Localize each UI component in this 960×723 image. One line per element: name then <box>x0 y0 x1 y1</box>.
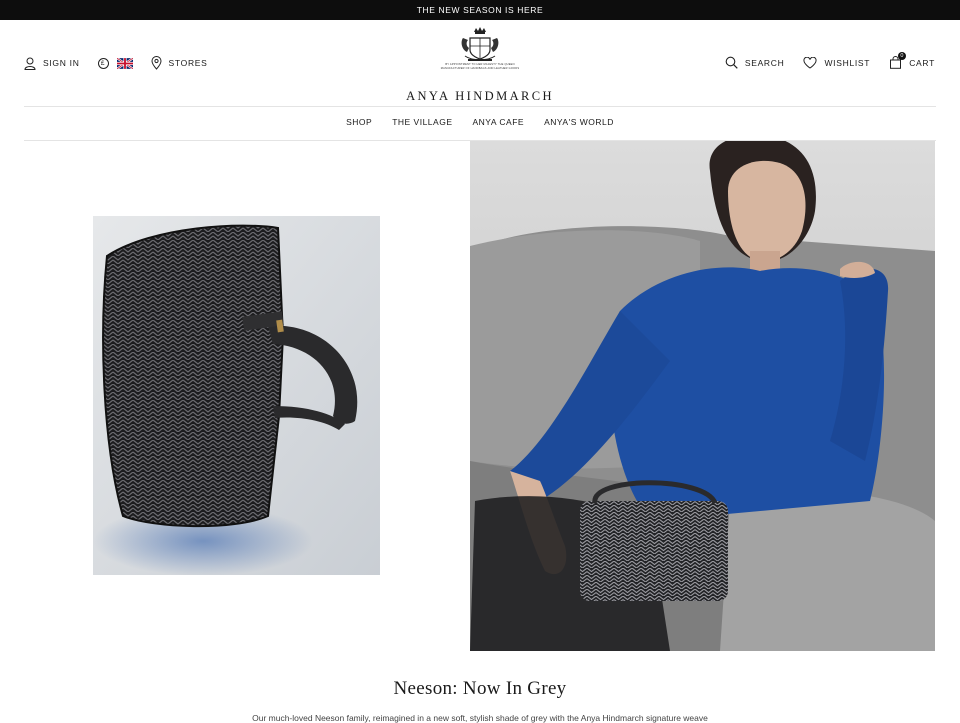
feature-heading: Neeson: Now In Grey <box>393 678 567 699</box>
search-icon <box>725 56 738 69</box>
stores-link[interactable]: STORES <box>151 56 208 70</box>
wishlist-link[interactable]: WISHLIST <box>803 56 871 69</box>
header-divider <box>24 106 936 107</box>
utility-nav-left: SIGN IN £ STORES <box>24 56 226 70</box>
announcement-bar[interactable]: THE NEW SEASON IS HERE <box>0 0 960 20</box>
uk-flag-icon <box>116 57 133 69</box>
user-icon <box>24 57 36 70</box>
nav-item-anyas-world[interactable]: ANYA'S WORLD <box>544 117 614 127</box>
cart-count-badge: 0 <box>898 52 907 60</box>
sign-in-label: SIGN IN <box>43 58 80 68</box>
currency-icon: £ <box>97 57 109 69</box>
brand-logo[interactable]: ANYA HINDMARCH <box>330 89 630 104</box>
feature-description: Our much-loved Neeson family, reimagined… <box>252 713 708 723</box>
heart-icon <box>803 56 817 69</box>
sign-in-link[interactable]: SIGN IN <box>24 57 80 70</box>
location-pin-icon <box>151 56 162 70</box>
nav-item-the-village[interactable]: THE VILLAGE <box>392 117 452 127</box>
wishlist-label: WISHLIST <box>824 57 871 68</box>
nav-item-anya-cafe[interactable]: ANYA CAFE <box>473 117 525 127</box>
cart-link[interactable]: 0 CART <box>889 52 935 69</box>
nav-item-shop[interactable]: SHOP <box>346 117 372 127</box>
royal-warrant-crest-icon <box>461 27 499 61</box>
announcement-text: THE NEW SEASON IS HERE <box>416 5 544 15</box>
stores-label: STORES <box>168 58 208 68</box>
main-nav: SHOP THE VILLAGE ANYA CAFE ANYA'S WORLD <box>0 117 960 127</box>
search-button[interactable]: SEARCH <box>725 56 785 69</box>
currency-selector[interactable]: £ <box>97 57 133 69</box>
lifestyle-photo-model-with-bag[interactable] <box>470 141 935 651</box>
product-photo-woven-tote[interactable] <box>93 216 380 575</box>
royal-warrant-text: BY APPOINTMENT TO HER MAJESTY THE QUEEN … <box>440 63 520 70</box>
shopping-bag-icon: 0 <box>889 52 907 69</box>
search-label: SEARCH <box>744 57 785 68</box>
cart-label: CART <box>909 57 935 68</box>
utility-nav-right: SEARCH WISHLIST 0 CART <box>706 52 935 69</box>
